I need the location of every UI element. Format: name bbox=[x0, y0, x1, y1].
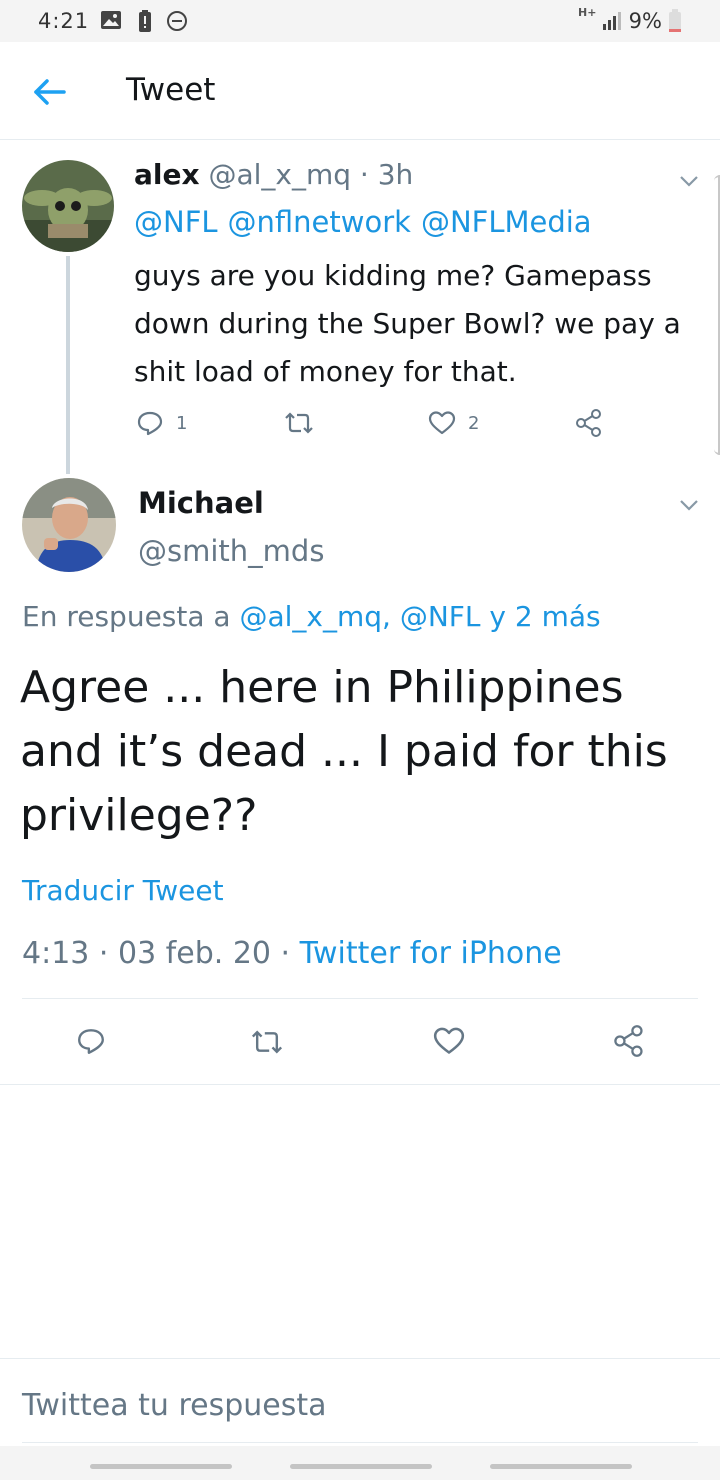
author-handle[interactable]: @smith_mds bbox=[138, 534, 324, 568]
like-button[interactable]: 2 bbox=[428, 410, 479, 436]
nav-recents[interactable] bbox=[90, 1464, 232, 1469]
nav-home[interactable] bbox=[290, 1464, 432, 1469]
tweet-meta: 4:13 · 03 feb. 20 · Twitter for iPhone bbox=[22, 936, 562, 971]
avatar-alex[interactable] bbox=[22, 160, 114, 252]
divider bbox=[0, 1358, 720, 1359]
divider bbox=[0, 1084, 720, 1085]
avatar-michael[interactable] bbox=[22, 478, 116, 572]
signal-icon bbox=[603, 12, 621, 30]
mention-link[interactable]: @NFL bbox=[134, 205, 218, 239]
translate-tweet-link[interactable]: Traducir Tweet bbox=[22, 874, 224, 907]
author-name[interactable]: alex bbox=[134, 158, 200, 191]
source-link[interactable]: Twitter for iPhone bbox=[300, 936, 562, 971]
share-icon bbox=[576, 409, 601, 437]
retweet-icon bbox=[251, 1030, 283, 1054]
author-handle[interactable]: @al_x_mq bbox=[208, 158, 351, 191]
arrow-left-icon[interactable] bbox=[30, 72, 70, 112]
status-time: 4:21 bbox=[38, 9, 90, 33]
like-button[interactable] bbox=[432, 1026, 466, 1056]
image-icon bbox=[101, 11, 121, 29]
battery-percent: 9% bbox=[628, 9, 662, 33]
chevron-down-icon[interactable] bbox=[678, 174, 700, 188]
scrollbar[interactable] bbox=[714, 175, 720, 455]
nav-back[interactable] bbox=[490, 1464, 632, 1469]
heart-icon bbox=[433, 1027, 465, 1054]
mention-link[interactable]: @nflnetwork bbox=[228, 205, 411, 239]
heart-icon bbox=[428, 411, 456, 435]
reply-icon bbox=[78, 1029, 104, 1054]
reply-icon bbox=[137, 411, 163, 436]
reply-targets-link[interactable]: @al_x_mq, @NFL y 2 más bbox=[239, 600, 600, 633]
thread-line bbox=[66, 256, 70, 474]
share-button[interactable] bbox=[612, 1024, 646, 1058]
share-icon bbox=[614, 1025, 643, 1057]
time-ago: 3h bbox=[377, 158, 414, 191]
tweet-header: alex @al_x_mq · 3h bbox=[134, 158, 413, 191]
network-type-icon: H+ bbox=[578, 6, 597, 19]
reply-input[interactable]: Twittea tu respuesta bbox=[22, 1388, 327, 1423]
retweet-button[interactable] bbox=[250, 1030, 284, 1054]
retweet-button[interactable] bbox=[284, 412, 314, 434]
timestamp: 4:13 · 03 feb. 20 · bbox=[22, 936, 300, 971]
retweet-icon bbox=[285, 412, 313, 434]
chevron-down-icon[interactable] bbox=[678, 498, 700, 512]
reply-button[interactable] bbox=[76, 1026, 106, 1056]
reply-button[interactable]: 1 bbox=[136, 410, 187, 436]
reply-prefix: En respuesta a bbox=[22, 600, 240, 633]
reply-context: En respuesta a @al_x_mq, @NFL y 2 más bbox=[22, 600, 601, 633]
battery-icon bbox=[669, 9, 681, 32]
app-bar: Tweet bbox=[0, 42, 720, 140]
do-not-disturb-icon bbox=[167, 11, 187, 31]
battery-alert-icon bbox=[139, 10, 151, 32]
share-button[interactable] bbox=[574, 408, 604, 438]
separator-dot: · bbox=[359, 158, 369, 191]
reply-count: 1 bbox=[176, 412, 188, 434]
mentions: @NFL @nflnetwork @NFLMedia bbox=[134, 205, 602, 239]
tweet-text: Agree ... here in Philippines and it’s d… bbox=[20, 662, 668, 841]
author-name[interactable]: Michael bbox=[138, 486, 264, 520]
system-nav-bar bbox=[0, 1446, 720, 1480]
page-title: Tweet bbox=[126, 72, 216, 108]
reply-input-underline bbox=[22, 1442, 698, 1443]
status-bar: 4:21 H+ 9% bbox=[0, 0, 720, 42]
like-count: 2 bbox=[468, 412, 480, 434]
divider bbox=[22, 998, 698, 999]
tweet-text: guys are you kidding me? Gamepass down d… bbox=[134, 259, 681, 388]
mention-link[interactable]: @NFLMedia bbox=[421, 205, 592, 239]
